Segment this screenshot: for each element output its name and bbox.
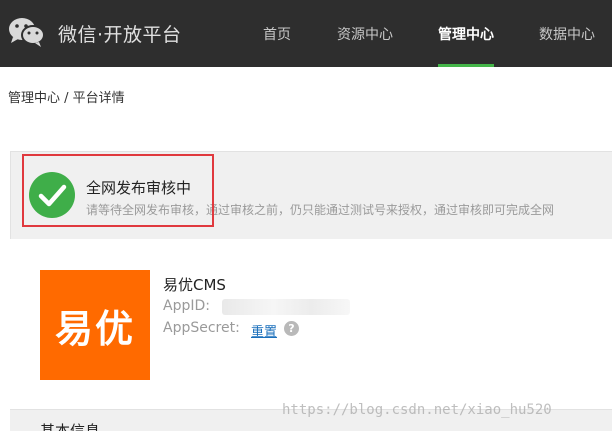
nav-item-resource-center[interactable]: 资源中心 — [337, 0, 393, 67]
top-navigation-bar: 微信·开放平台 首页 资源中心 管理中心 数据中心 — [0, 0, 612, 67]
watermark: https://blog.csdn.net/xiao_hu520 — [282, 402, 552, 418]
basic-info-title: 基本信息 — [40, 422, 101, 431]
breadcrumb: 管理中心 / 平台详情 — [8, 91, 125, 106]
nav-item-management-center[interactable]: 管理中心 — [438, 0, 494, 67]
nav-item-data-center[interactable]: 数据中心 — [539, 0, 595, 67]
reset-appsecret-link[interactable]: 重置 — [251, 321, 277, 340]
brand-title[interactable]: 微信·开放平台 — [58, 20, 182, 47]
status-highlight-box — [22, 154, 214, 227]
nav-item-home[interactable]: 首页 — [263, 0, 291, 67]
app-logo-text: 易优 — [54, 306, 135, 351]
question-mark-icon[interactable]: ? — [284, 321, 299, 336]
appid-redacted-value — [222, 299, 350, 315]
appsecret-label: AppSecret: — [163, 320, 240, 336]
appid-label: AppID: — [163, 298, 210, 314]
wechat-logo-icon[interactable] — [8, 16, 46, 48]
app-name: 易优CMS — [163, 276, 226, 294]
app-logo: 易优 — [40, 270, 150, 380]
